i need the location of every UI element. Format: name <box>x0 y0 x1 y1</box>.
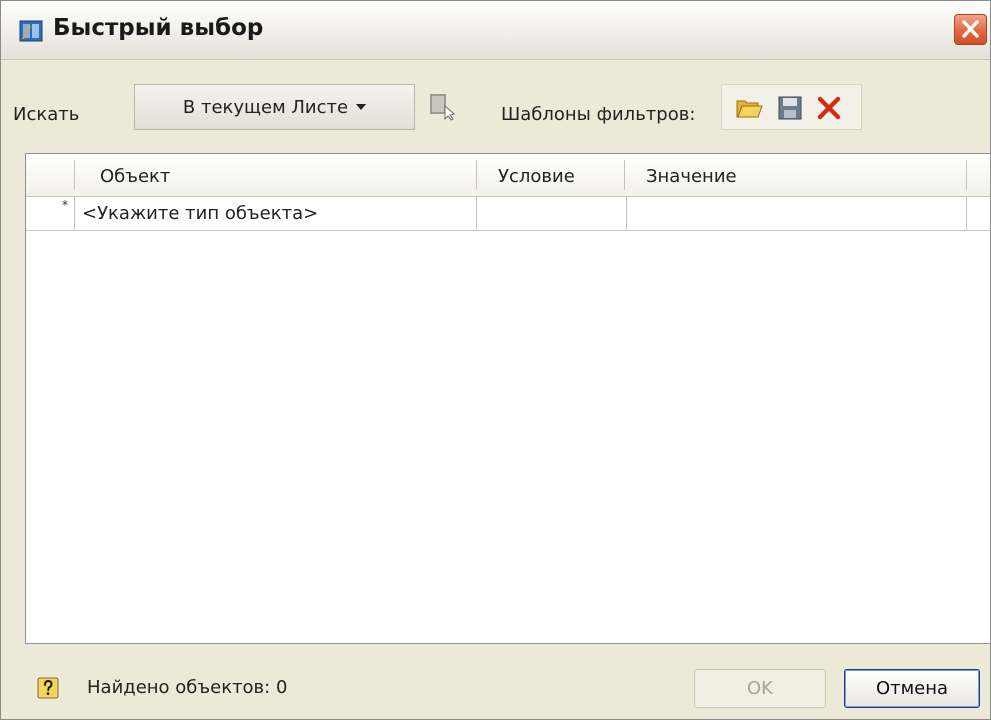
search-label: Искать <box>13 104 80 125</box>
header-separator <box>74 160 75 190</box>
app-icon <box>19 20 43 42</box>
row-separator <box>476 196 477 230</box>
quick-select-dialog: Быстрый выбор Искать В текущем Листе Шаб… <box>0 0 991 720</box>
found-objects-count: Найдено объектов: 0 <box>87 677 288 698</box>
dropdown-caret-icon <box>356 104 367 110</box>
save-icon[interactable] <box>775 93 805 123</box>
dialog-title: Быстрый выбор <box>53 15 264 41</box>
column-header-value[interactable]: Значение <box>646 166 737 187</box>
title-bar[interactable]: Быстрый выбор <box>1 1 990 60</box>
header-separator <box>966 160 967 190</box>
delete-icon[interactable] <box>814 93 844 123</box>
ok-button[interactable]: OK <box>694 669 826 708</box>
row-separator <box>626 196 627 230</box>
header-separator <box>476 160 477 190</box>
help-icon[interactable] <box>37 677 59 699</box>
header-separator <box>624 160 625 190</box>
close-icon <box>962 20 979 38</box>
scope-dropdown[interactable]: В текущем Листе <box>134 84 415 130</box>
select-objects-icon[interactable] <box>428 91 458 121</box>
object-type-cell[interactable]: <Укажите тип объекта> <box>82 203 318 224</box>
column-header-condition[interactable]: Условие <box>498 166 575 187</box>
new-row-marker: * <box>62 198 68 212</box>
column-header-object[interactable]: Объект <box>100 166 170 187</box>
row-separator <box>74 196 75 230</box>
table-row[interactable]: * <Укажите тип объекта> <box>26 196 990 231</box>
filter-grid[interactable]: Объект Условие Значение * <Укажите тип о… <box>25 153 991 644</box>
close-button[interactable] <box>954 14 987 45</box>
cancel-button[interactable]: Отмена <box>844 669 980 708</box>
filter-templates-label: Шаблоны фильтров: <box>501 104 696 125</box>
grid-header: Объект Условие Значение <box>26 154 990 197</box>
row-separator <box>966 196 967 230</box>
scope-value: В текущем Листе <box>182 96 349 118</box>
filter-templates-toolbar <box>721 84 862 130</box>
open-folder-icon[interactable] <box>734 93 764 123</box>
